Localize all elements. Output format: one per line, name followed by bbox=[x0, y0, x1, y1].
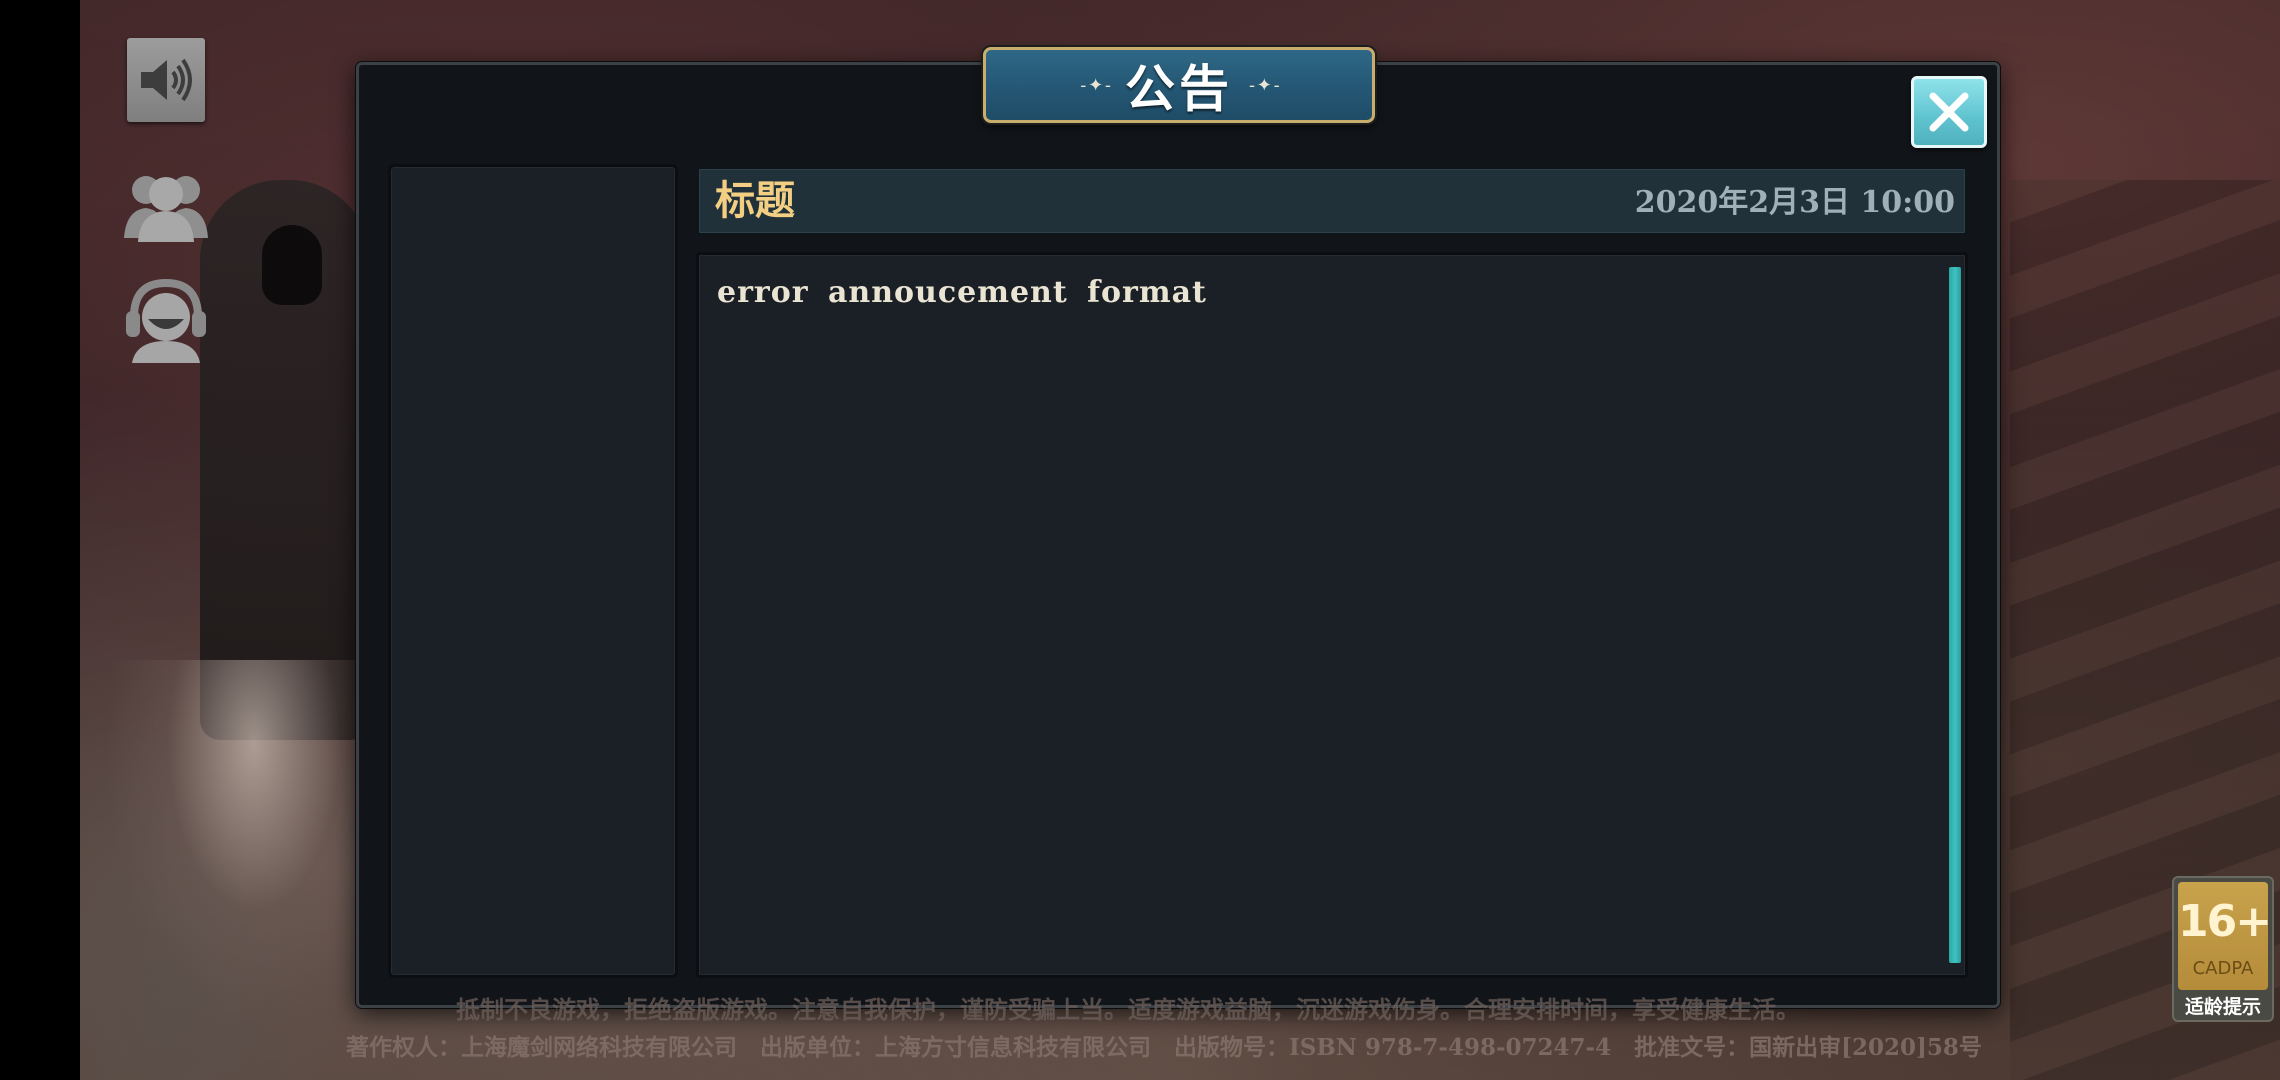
content-scrollbar[interactable] bbox=[1949, 267, 1961, 963]
speaker-icon bbox=[127, 38, 205, 122]
age-rating-badge[interactable]: 16+ CADPA 适龄提示 bbox=[2172, 876, 2274, 1022]
close-icon bbox=[1929, 92, 1969, 132]
dialog-title: 公告 bbox=[1125, 59, 1233, 118]
health-notice: 抵制不良游戏，拒绝盗版游戏。注意自我保护，谨防受骗上当。适度游戏益脑，沉迷游戏伤… bbox=[456, 995, 1800, 1024]
letterbox-bar bbox=[0, 0, 80, 1080]
sound-button[interactable] bbox=[120, 34, 212, 126]
title-ornament-right: - ✦ - bbox=[1249, 74, 1280, 96]
title-ornament-left: - ✦ - bbox=[1080, 74, 1111, 96]
age-rating-value: 16+ bbox=[2178, 896, 2272, 947]
dialog-title-banner: - ✦ - 公告 - ✦ - bbox=[983, 47, 1375, 123]
announcement-body: error annoucement format bbox=[717, 275, 1207, 310]
close-button[interactable] bbox=[1911, 76, 1987, 148]
announcement-title: 标题 bbox=[715, 177, 795, 224]
age-rating-plate: 16+ CADPA bbox=[2178, 882, 2272, 990]
friends-button[interactable] bbox=[120, 158, 212, 250]
announcement-date: 2020年2月3日 10:00 bbox=[1634, 185, 1955, 220]
announcement-list[interactable] bbox=[388, 164, 678, 978]
announcement-content[interactable]: error annoucement format bbox=[696, 252, 1968, 978]
game-screen: - ✦ - 公告 - ✦ - 标题 2020年2月3日 10:00 error … bbox=[0, 0, 2280, 1080]
hooded-figure-face bbox=[262, 225, 322, 305]
friends-icon bbox=[124, 176, 208, 242]
age-rating-hint: 适龄提示 bbox=[2184, 996, 2261, 1018]
copyright-notice: 著作权人：上海魔剑网络科技有限公司 出版单位：上海方寸信息科技有限公司 出版物号… bbox=[346, 1034, 1982, 1061]
customer-service-button[interactable] bbox=[120, 272, 212, 364]
customer-service-icon bbox=[126, 278, 206, 363]
announcement-header: 标题 2020年2月3日 10:00 bbox=[696, 166, 1968, 236]
scene-rubble bbox=[80, 660, 370, 1080]
age-rating-org: CADPA bbox=[2192, 958, 2254, 979]
